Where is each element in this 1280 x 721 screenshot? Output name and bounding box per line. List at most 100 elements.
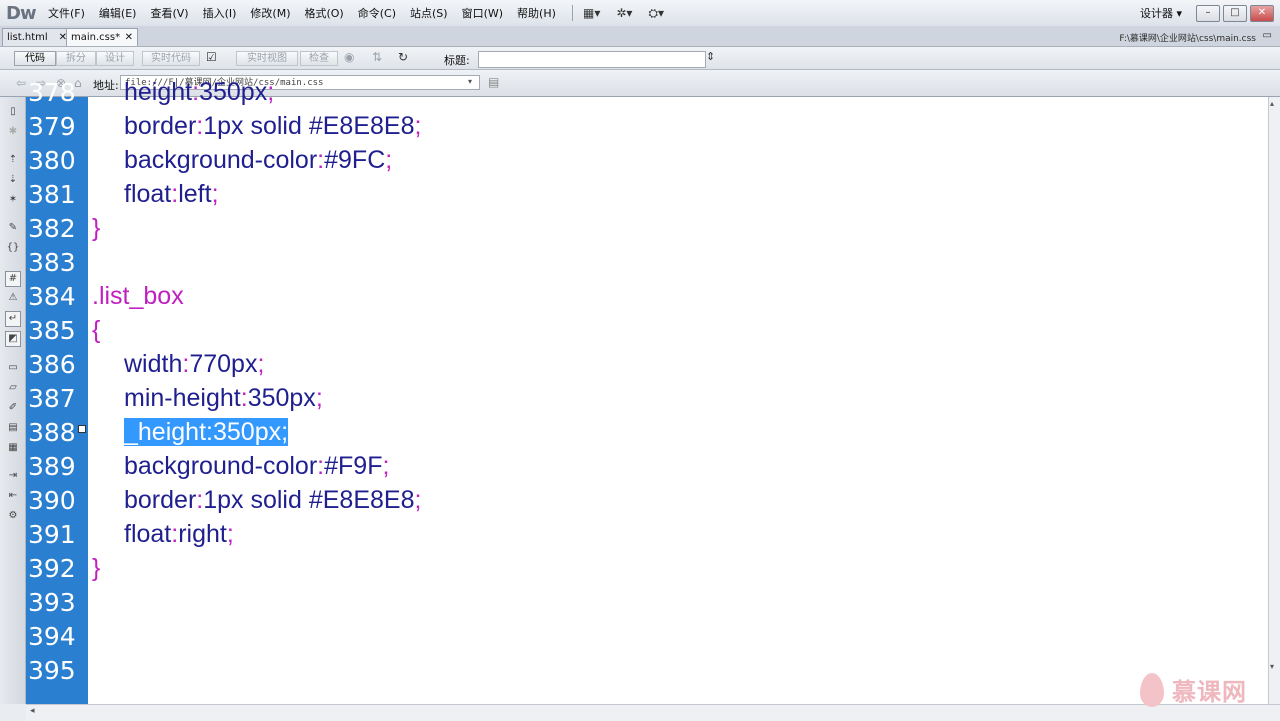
- semicolon: ;: [414, 112, 422, 140]
- declaration: border:1px solid #E8E8E8;: [124, 486, 421, 514]
- selected-code[interactable]: _height:350px;: [124, 418, 289, 446]
- code-line[interactable]: border:1px solid #E8E8E8;: [124, 112, 421, 141]
- code-line[interactable]: height:350px;: [124, 78, 274, 107]
- menu-view[interactable]: 查看(V): [150, 5, 188, 21]
- visual-aids-icon[interactable]: ▤: [488, 75, 499, 89]
- chevron-down-icon[interactable]: ▾: [468, 77, 472, 86]
- open-documents-icon[interactable]: ▯: [6, 105, 20, 119]
- recent-snippets-icon[interactable]: ▤: [6, 421, 20, 435]
- window-controls: – □ ✕: [1196, 5, 1277, 22]
- semicolon: ;: [267, 78, 275, 106]
- syntax-coloring-icon[interactable]: ◩: [5, 331, 21, 347]
- menu-edit[interactable]: 编辑(E): [99, 5, 137, 21]
- line-number: 393: [28, 588, 76, 617]
- extend-icon[interactable]: ✲▾: [616, 6, 632, 20]
- code-line[interactable]: }: [92, 554, 100, 583]
- menu-window[interactable]: 窗口(W): [462, 5, 503, 21]
- coding-toolbar: ▯ ✱ ⇡ ⇣ ✶ ✎ {} # ⚠ ↵ ◩ ▭ ▱ ✐ ▤ ▦ ⇥ ⇤ ⚙: [0, 97, 26, 704]
- code-line[interactable]: min-height:350px;: [124, 384, 323, 413]
- close-button[interactable]: ✕: [1250, 5, 1274, 22]
- menu-separator: [572, 5, 573, 21]
- tab-main-css[interactable]: main.css* ✕: [66, 28, 138, 46]
- design-view-button[interactable]: 设计: [96, 51, 134, 66]
- code-line[interactable]: border:1px solid #E8E8E8;: [124, 486, 421, 515]
- css-property: min-height: [124, 384, 241, 412]
- code-line[interactable]: _height:350px;: [124, 418, 289, 447]
- css-property: _height: [124, 418, 207, 446]
- maximize-button[interactable]: □: [1223, 5, 1247, 22]
- line-number: 387: [28, 384, 76, 413]
- code-line[interactable]: {: [92, 316, 100, 345]
- css-value: 770px: [189, 350, 258, 378]
- watermark-flame-icon: [1140, 672, 1164, 707]
- code-line[interactable]: background-color:#F9F;: [124, 452, 389, 481]
- semicolon: ;: [257, 350, 265, 378]
- title-input[interactable]: [478, 51, 706, 68]
- inspect-button[interactable]: 检查: [300, 51, 338, 66]
- word-wrap-icon[interactable]: ↵: [5, 311, 21, 327]
- remove-comment-icon[interactable]: ▱: [6, 381, 20, 395]
- menu-file[interactable]: 文件(F): [48, 5, 85, 21]
- layout-icon[interactable]: ▦▾: [583, 6, 600, 20]
- apply-comment-icon[interactable]: ▭: [6, 361, 20, 375]
- close-icon[interactable]: ✕: [125, 29, 133, 46]
- indent-icon[interactable]: ⇥: [6, 469, 20, 483]
- code-line[interactable]: width:770px;: [124, 350, 264, 379]
- split-view-button[interactable]: 拆分: [56, 51, 96, 66]
- minimize-button[interactable]: –: [1196, 5, 1220, 22]
- css-value: 1px solid #E8E8E8: [203, 112, 415, 140]
- code-line[interactable]: }: [92, 214, 100, 243]
- scroll-down-icon[interactable]: ▾: [1270, 662, 1274, 671]
- code-line[interactable]: float:right;: [124, 520, 234, 549]
- css-value: 350px: [212, 418, 282, 446]
- scroll-left-icon[interactable]: ◂: [30, 706, 35, 716]
- css-value: 350px: [247, 384, 316, 412]
- line-numbers-icon[interactable]: #: [5, 271, 21, 287]
- menu-commands[interactable]: 命令(C): [358, 5, 396, 21]
- multiscreen-icon[interactable]: ⇕: [706, 50, 715, 63]
- wrap-tag-icon[interactable]: ✐: [6, 401, 20, 415]
- collapse-tag-icon[interactable]: ⇡: [6, 153, 20, 167]
- code-view-button[interactable]: 代码: [14, 51, 56, 66]
- collapse-selection-icon[interactable]: ⇣: [6, 173, 20, 187]
- balance-braces-icon[interactable]: {}: [6, 241, 20, 255]
- check-icon[interactable]: ☑: [206, 50, 217, 64]
- colon: :: [206, 418, 213, 446]
- semicolon: ;: [414, 486, 422, 514]
- live-code-button[interactable]: 实时代码: [142, 51, 200, 66]
- highlight-invalid-icon[interactable]: ⚠: [6, 291, 20, 305]
- css-property: width: [124, 350, 183, 378]
- outdent-icon[interactable]: ⇤: [6, 489, 20, 503]
- horizontal-scrollbar[interactable]: [26, 704, 1280, 721]
- code-line[interactable]: float:left;: [124, 180, 219, 209]
- app-logo: Dw: [6, 3, 37, 24]
- vertical-scrollbar[interactable]: [1268, 97, 1280, 704]
- scroll-up-icon[interactable]: ▴: [1270, 99, 1274, 108]
- select-parent-tag-icon[interactable]: ✎: [6, 221, 20, 235]
- site-icon[interactable]: ⛭▾: [648, 6, 664, 21]
- move-css-icon[interactable]: ▦: [6, 441, 20, 455]
- menu-site[interactable]: 站点(S): [410, 5, 448, 21]
- declaration: min-height:350px;: [124, 384, 323, 412]
- format-source-icon[interactable]: ⚙: [6, 509, 20, 523]
- menu-modify[interactable]: 修改(M): [250, 5, 290, 21]
- tab-list-html[interactable]: list.html ✕: [2, 28, 72, 46]
- back-icon[interactable]: ⇦: [16, 76, 26, 90]
- watermark: 慕课网: [1140, 672, 1247, 707]
- css-value: 1px solid #E8E8E8: [203, 486, 415, 514]
- preview-icon[interactable]: ◉: [344, 50, 354, 64]
- expand-all-icon[interactable]: ✶: [6, 193, 20, 207]
- file-management-icon[interactable]: ⇅: [372, 50, 382, 64]
- workspace-switcher[interactable]: 设计器 ▾: [1140, 5, 1182, 21]
- live-view-button[interactable]: 实时视图: [236, 51, 298, 66]
- menu-format[interactable]: 格式(O): [304, 5, 343, 21]
- menu-insert[interactable]: 插入(I): [203, 5, 237, 21]
- line-number: 379: [28, 112, 76, 141]
- code-line[interactable]: .list_box: [92, 282, 184, 311]
- refresh-icon[interactable]: ↻: [398, 50, 408, 64]
- restore-icon[interactable]: ▭: [1263, 30, 1272, 41]
- code-line[interactable]: background-color:#9FC;: [124, 146, 392, 175]
- menu-help[interactable]: 帮助(H): [517, 5, 556, 21]
- show-code-navigator-icon[interactable]: ✱: [6, 125, 20, 139]
- css-property: float: [124, 180, 172, 208]
